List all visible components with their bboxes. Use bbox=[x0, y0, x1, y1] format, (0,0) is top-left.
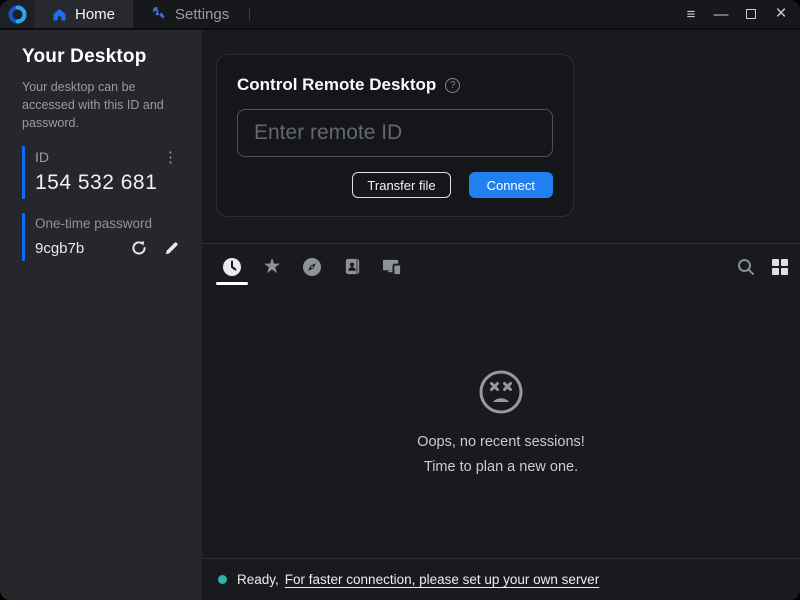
device-id-section: ID ⋮ 154 532 681 bbox=[22, 146, 182, 199]
maximize-icon bbox=[746, 9, 756, 19]
sidebar-title: Your Desktop bbox=[22, 46, 182, 68]
star-icon: ★ bbox=[263, 256, 282, 277]
remote-id-input[interactable] bbox=[237, 109, 553, 157]
setup-server-link[interactable]: For faster connection, please set up you… bbox=[285, 572, 599, 587]
search-icon[interactable] bbox=[736, 257, 756, 277]
transfer-file-button[interactable]: Transfer file bbox=[352, 172, 450, 198]
device-id-value[interactable]: 154 532 681 bbox=[35, 171, 182, 195]
recent-sessions-empty-state: Oops, no recent sessions! Time to plan a… bbox=[202, 289, 800, 558]
tab-discovered[interactable] bbox=[296, 244, 328, 289]
empty-state-line2: Time to plan a new one. bbox=[424, 456, 578, 478]
card-title: Control Remote Desktop bbox=[237, 75, 436, 95]
menu-button[interactable]: ≡ bbox=[676, 0, 706, 28]
maximize-button[interactable] bbox=[736, 0, 766, 28]
home-icon bbox=[52, 7, 67, 22]
help-icon[interactable]: ? bbox=[445, 78, 460, 93]
tab-home[interactable]: Home bbox=[34, 0, 133, 28]
tab-recent-sessions[interactable] bbox=[216, 244, 248, 289]
tab-lan-devices[interactable] bbox=[376, 244, 408, 289]
edit-password-icon[interactable] bbox=[163, 240, 180, 257]
status-label: Ready, bbox=[237, 572, 279, 587]
clock-icon bbox=[222, 257, 242, 277]
session-tab-bar: ★ bbox=[202, 243, 800, 289]
password-value[interactable]: 9cgb7b bbox=[35, 240, 84, 257]
id-label: ID bbox=[35, 149, 49, 165]
sad-face-icon bbox=[478, 369, 524, 415]
password-section: One-time password 9cgb7b bbox=[22, 213, 182, 261]
connect-button[interactable]: Connect bbox=[469, 172, 553, 198]
settings-wrench-icon bbox=[151, 6, 167, 22]
empty-state-line1: Oops, no recent sessions! bbox=[417, 431, 585, 453]
refresh-password-icon[interactable] bbox=[130, 239, 148, 257]
sidebar: Your Desktop Your desktop can be accesse… bbox=[0, 30, 202, 600]
compass-icon bbox=[302, 257, 322, 277]
app-window: Home Settings ≡ — × Your Desktop Your de… bbox=[0, 0, 800, 600]
active-tab-underline bbox=[216, 282, 248, 285]
main-panel: Control Remote Desktop ? Transfer file C… bbox=[202, 30, 800, 600]
tab-settings-label: Settings bbox=[175, 6, 229, 23]
title-bar: Home Settings ≡ — × bbox=[0, 0, 800, 30]
password-label: One-time password bbox=[35, 216, 182, 231]
rustdesk-logo-icon bbox=[7, 4, 28, 25]
minimize-button[interactable]: — bbox=[706, 0, 736, 28]
app-logo bbox=[0, 0, 34, 28]
control-remote-desktop-card: Control Remote Desktop ? Transfer file C… bbox=[216, 54, 574, 217]
connection-status-dot bbox=[218, 575, 227, 584]
devices-icon bbox=[382, 257, 403, 276]
tab-address-book[interactable] bbox=[336, 244, 368, 289]
sidebar-description: Your desktop can be accessed with this I… bbox=[22, 78, 182, 132]
tab-home-label: Home bbox=[75, 6, 115, 23]
id-menu-icon[interactable]: ⋮ bbox=[163, 150, 178, 165]
grid-view-icon[interactable] bbox=[772, 259, 788, 275]
titlebar-drag-area bbox=[250, 0, 676, 28]
close-button[interactable]: × bbox=[766, 0, 796, 28]
status-bar: Ready, For faster connection, please set… bbox=[202, 558, 800, 600]
tab-favorites[interactable]: ★ bbox=[256, 244, 288, 289]
tab-settings[interactable]: Settings bbox=[133, 0, 247, 28]
address-book-icon bbox=[343, 257, 362, 276]
